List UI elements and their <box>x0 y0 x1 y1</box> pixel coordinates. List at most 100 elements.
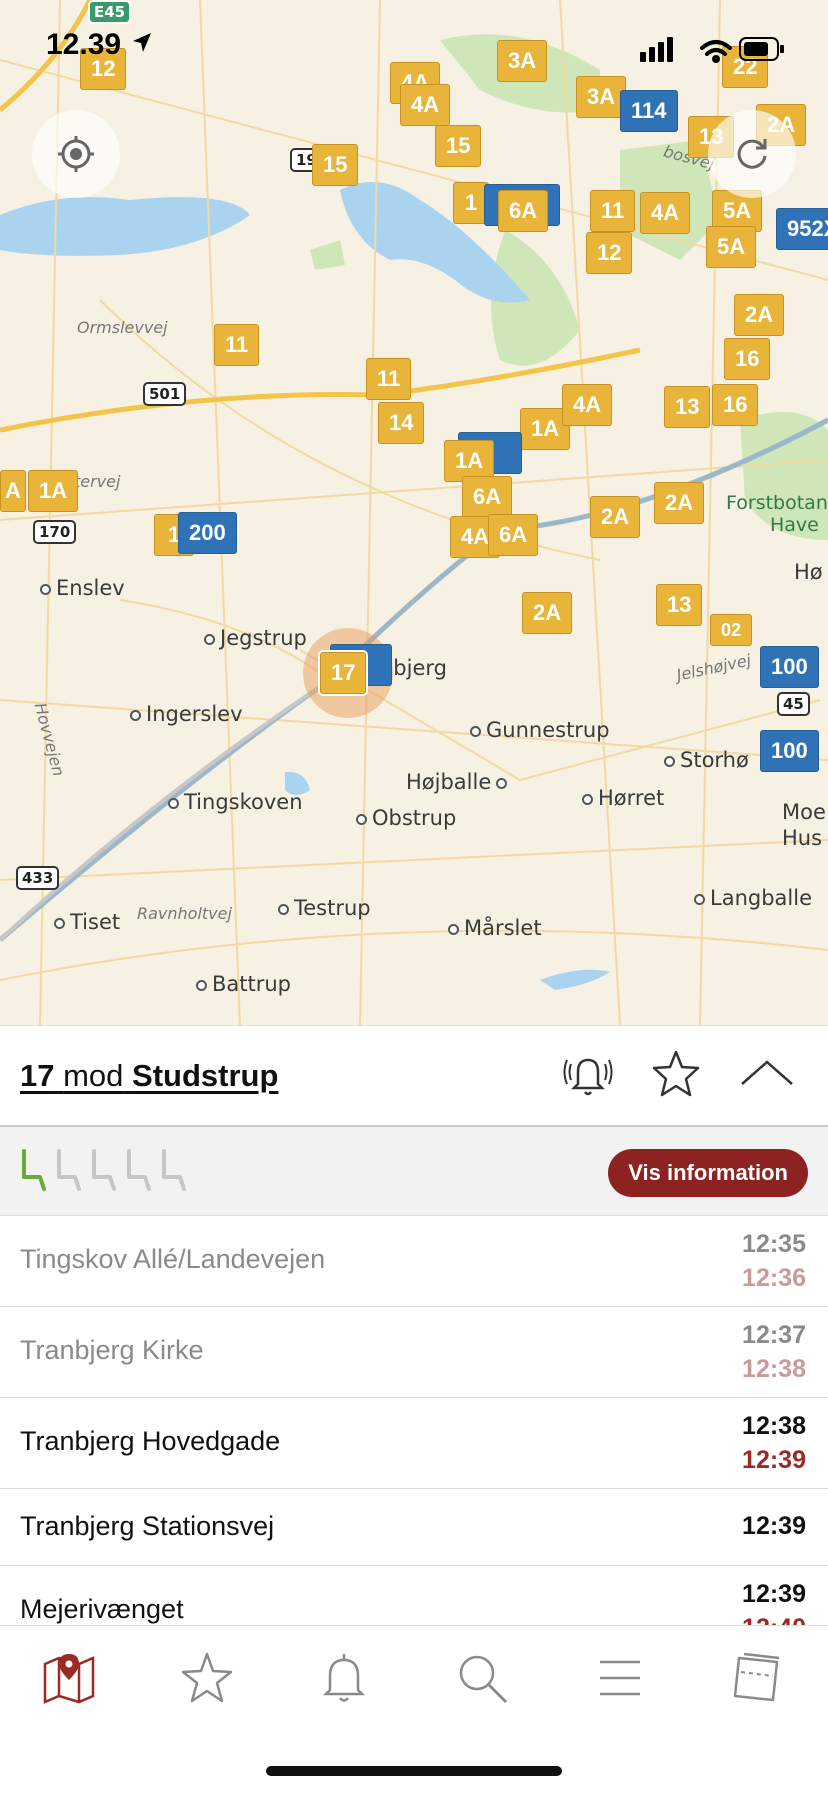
status-icons <box>640 37 784 63</box>
vehicle-marker[interactable]: 11 <box>590 190 636 232</box>
stop-name: Mejerivænget <box>20 1594 184 1624</box>
place-label: Storhø <box>664 748 749 772</box>
place-label: Have <box>770 514 819 536</box>
vehicle-marker[interactable]: 1A <box>28 470 79 512</box>
map-pin-icon <box>43 1654 95 1704</box>
vehicle-marker[interactable]: A <box>0 470 26 512</box>
ticket-icon <box>733 1652 780 1702</box>
route-title[interactable]: 17 mod Studstrup <box>20 1058 278 1094</box>
vehicle-marker[interactable]: 11 <box>214 324 260 366</box>
favorites-tab[interactable] <box>167 1648 247 1708</box>
alarm-bell-icon[interactable] <box>562 1048 614 1100</box>
place-label: Moe <box>782 800 826 824</box>
vehicle-marker[interactable]: 5A <box>706 226 757 268</box>
alerts-tab[interactable] <box>304 1648 384 1708</box>
stop-name: Tranbjerg Stationsvej <box>20 1511 275 1541</box>
vehicle-marker[interactable]: 4A <box>640 192 691 234</box>
stop-times: 12:38 12:39 <box>742 1412 806 1474</box>
occupancy-bar: Vis information <box>0 1127 828 1216</box>
place-label: Obstrup <box>356 806 456 830</box>
vehicle-marker[interactable]: 16 <box>712 384 759 426</box>
stop-name: Tranbjerg Kirke <box>20 1335 204 1365</box>
place-label: Enslev <box>40 576 125 600</box>
vehicle-marker[interactable]: 15 <box>435 125 482 167</box>
place-label: Battrup <box>196 972 291 996</box>
stop-times: 12:3912:40 <box>742 1580 806 1626</box>
vehicle-marker[interactable]: 12 <box>586 232 633 274</box>
stop-times: 12:39 <box>742 1512 806 1540</box>
stop-row[interactable]: Tranbjerg Stationsvej 12:39 <box>0 1489 828 1566</box>
vehicle-marker[interactable]: 200 <box>178 512 237 554</box>
vehicle-marker[interactable]: 16 <box>724 338 771 380</box>
show-info-button[interactable]: Vis information <box>608 1149 808 1197</box>
vehicle-marker[interactable]: 13 <box>664 386 711 428</box>
map-view[interactable]: Ormslevvej Ravnholtvej Hovvejen Jelshøjv… <box>0 0 828 1025</box>
place-label: Jegstrup <box>204 626 307 650</box>
place-label: Testrup <box>278 896 371 920</box>
vehicle-marker[interactable]: 6A <box>462 476 513 518</box>
vehicle-marker[interactable]: 14 <box>378 402 425 444</box>
vehicle-marker[interactable]: 3A <box>576 76 627 118</box>
vehicle-marker[interactable]: 2A <box>522 592 573 634</box>
stop-times: 12:37 12:38 <box>742 1321 806 1383</box>
place-label: Forstbotan <box>726 492 828 514</box>
location-arrow-icon <box>133 33 152 52</box>
vehicle-marker[interactable]: 4A <box>400 84 451 126</box>
selected-vehicle-marker[interactable]: 17 <box>320 652 367 694</box>
stop-row[interactable]: Tingskov Allé/Landevejen 12:35 12:36 <box>0 1216 828 1307</box>
place-label: Gunnestrup <box>470 718 610 742</box>
map-tab[interactable] <box>29 1648 109 1708</box>
stop-row[interactable]: Tranbjerg Kirke 12:37 12:38 <box>0 1307 828 1398</box>
place-label: Hø <box>794 560 823 584</box>
place-label: Højballe <box>406 770 512 794</box>
vehicle-marker[interactable]: 100 <box>760 730 819 772</box>
vehicle-marker[interactable]: 13 <box>656 584 703 626</box>
stop-row[interactable]: Tranbjerg Hovedgade 12:38 12:39 <box>0 1398 828 1489</box>
vehicle-marker[interactable]: 114 <box>620 90 678 132</box>
star-icon <box>181 1652 233 1703</box>
refresh-button[interactable] <box>708 110 796 198</box>
place-label: Mårslet <box>448 916 542 940</box>
vehicle-marker[interactable]: 3A <box>497 40 548 82</box>
search-icon <box>459 1655 508 1704</box>
place-label: Hørret <box>582 786 664 810</box>
vehicle-marker[interactable]: 11 <box>366 358 412 400</box>
locate-me-button[interactable] <box>32 110 120 198</box>
hamburger-menu-icon <box>600 1660 640 1696</box>
stop-times: 12:35 12:36 <box>742 1230 806 1292</box>
road-shield: 433 <box>16 866 60 890</box>
battery-icon <box>739 37 784 61</box>
vehicle-marker[interactable]: 2A <box>654 482 705 524</box>
road-shield: 501 <box>143 382 187 406</box>
route-panel: 17 mod Studstrup Vis information Tingsko… <box>0 1025 828 1626</box>
favorite-star-icon[interactable] <box>650 1048 702 1100</box>
chevron-up-icon[interactable] <box>738 1048 796 1100</box>
vehicle-marker[interactable]: 6A <box>498 190 549 232</box>
vehicle-marker[interactable]: 952X <box>776 208 828 250</box>
vehicle-marker[interactable]: 2A <box>734 294 785 336</box>
vehicle-marker[interactable]: 4A <box>562 384 613 426</box>
status-time: 12.39 <box>46 28 155 62</box>
stop-row[interactable]: Mejerivænget 12:3912:40 <box>0 1566 828 1626</box>
place-label: Ingerslev <box>130 702 243 726</box>
route-title-bar: 17 mod Studstrup <box>0 1025 828 1127</box>
occupancy-indicator <box>18 1147 193 1193</box>
bell-icon <box>322 1654 366 1702</box>
crosshair-icon <box>58 136 94 172</box>
tickets-tab[interactable] <box>717 1648 797 1708</box>
street-label: tervej <box>74 472 121 491</box>
vehicle-marker[interactable]: 02 <box>710 614 753 646</box>
place-label: Hus <box>782 826 823 850</box>
menu-tab[interactable] <box>580 1648 660 1708</box>
road-shield: 170 <box>33 520 77 544</box>
vehicle-marker[interactable]: 15 <box>312 144 359 186</box>
vehicle-marker[interactable]: 6A <box>488 514 539 556</box>
wifi-icon <box>700 40 732 63</box>
vehicle-marker[interactable]: 2A <box>590 496 641 538</box>
vehicle-marker[interactable]: 100 <box>760 646 819 688</box>
road-shield: E45 <box>88 0 132 24</box>
street-label: Ravnholtvej <box>137 904 232 923</box>
stop-name: Tranbjerg Hovedgade <box>20 1426 281 1456</box>
place-label: Langballe <box>694 886 812 910</box>
search-tab[interactable] <box>442 1648 522 1708</box>
